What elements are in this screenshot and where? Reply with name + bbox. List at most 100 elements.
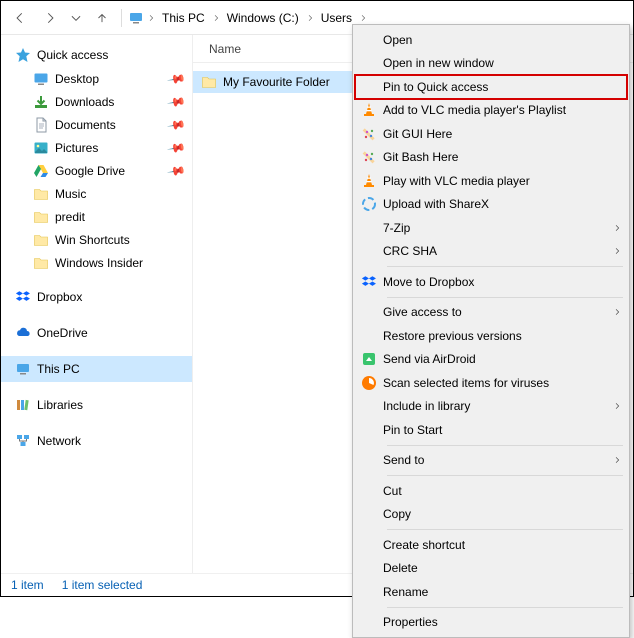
nav-item-label: Windows Insider <box>55 256 143 270</box>
menu-item-label: 7-Zip <box>383 221 410 235</box>
menu-item[interactable]: Include in library <box>355 395 627 419</box>
menu-item[interactable]: Git GUI Here <box>355 122 627 146</box>
menu-separator <box>387 475 623 476</box>
up-button[interactable] <box>89 5 115 31</box>
nav-root-onedrive[interactable]: OneDrive <box>1 320 192 346</box>
context-menu: Open Open in new window Pin to Quick acces… <box>352 24 630 638</box>
back-button[interactable] <box>7 5 33 31</box>
menu-item[interactable]: Pin to Start <box>355 418 627 442</box>
vlc-icon <box>355 102 383 118</box>
folder-icon <box>33 255 49 271</box>
column-header-label: Name <box>209 42 241 56</box>
menu-item[interactable]: CRC SHA <box>355 240 627 264</box>
menu-item[interactable]: Play with VLC media player <box>355 169 627 193</box>
nav-item[interactable]: Desktop📌 <box>1 67 192 90</box>
menu-item[interactable]: Move to Dropbox <box>355 270 627 294</box>
folder-icon <box>33 186 49 202</box>
menu-separator <box>387 607 623 608</box>
menu-item-label: Send to <box>383 453 424 467</box>
nav-root-dropbox[interactable]: Dropbox <box>1 284 192 310</box>
status-count: 1 item <box>11 578 44 592</box>
menu-item[interactable]: Scan selected items for viruses <box>355 371 627 395</box>
nav-item[interactable]: Music <box>1 182 192 205</box>
chevron-right-icon[interactable] <box>303 11 317 25</box>
chevron-right-icon <box>613 244 621 258</box>
chevron-right-icon[interactable] <box>209 11 223 25</box>
pin-icon: 📌 <box>166 91 186 111</box>
menu-item-label: Git GUI Here <box>383 127 452 141</box>
menu-separator <box>387 529 623 530</box>
menu-item-label: Properties <box>383 615 438 629</box>
quick-access-label: Quick access <box>37 48 108 62</box>
nav-root-this-pc[interactable]: This PC <box>1 356 192 382</box>
git-icon <box>355 149 383 165</box>
folder-icon <box>33 209 49 225</box>
menu-item[interactable]: Open <box>355 28 627 52</box>
nav-item[interactable]: Pictures 📌 <box>1 136 192 159</box>
menu-item-label: Pin to Quick access <box>383 80 488 94</box>
menu-item[interactable]: Send to <box>355 449 627 473</box>
dropbox-icon <box>15 289 31 305</box>
breadcrumb-seg[interactable]: Windows (C:) <box>223 11 303 25</box>
quick-access-root[interactable]: Quick access <box>1 43 192 67</box>
chevron-right-icon[interactable] <box>356 11 370 25</box>
thispc-icon <box>15 361 31 377</box>
menu-separator <box>387 445 623 446</box>
nav-item-label: Google Drive <box>55 164 125 178</box>
nav-item[interactable]: Win Shortcuts <box>1 228 192 251</box>
breadcrumb-seg[interactable]: Users <box>317 11 356 25</box>
breadcrumb[interactable]: This PC Windows (C:) Users <box>128 6 370 30</box>
dropbox-icon <box>355 274 383 290</box>
menu-item[interactable]: Git Bash Here <box>355 146 627 170</box>
menu-item-label: Pin to Start <box>383 423 442 437</box>
chevron-right-icon <box>613 399 621 413</box>
menu-item[interactable]: Give access to <box>355 301 627 325</box>
forward-button[interactable] <box>37 5 63 31</box>
nav-item[interactable]: Google Drive📌 <box>1 159 192 182</box>
menu-item[interactable]: Pin to Quick access <box>355 75 627 99</box>
network-icon <box>15 433 31 449</box>
menu-item[interactable]: Copy <box>355 503 627 527</box>
breadcrumb-seg[interactable]: This PC <box>158 11 209 25</box>
menu-item[interactable]: Create shortcut <box>355 533 627 557</box>
pin-icon: 📌 <box>166 137 186 157</box>
menu-item[interactable]: Properties <box>355 611 627 635</box>
menu-item[interactable]: Cut <box>355 479 627 503</box>
menu-item[interactable]: 7-Zip <box>355 216 627 240</box>
menu-item-label: Add to VLC media player's Playlist <box>383 103 566 117</box>
nav-item[interactable]: predit <box>1 205 192 228</box>
onedrive-icon <box>15 325 31 341</box>
nav-item-label: Win Shortcuts <box>55 233 130 247</box>
menu-item-label: Delete <box>383 561 418 575</box>
menu-item[interactable]: Delete <box>355 557 627 581</box>
menu-item[interactable]: Restore previous versions <box>355 324 627 348</box>
nav-root-network[interactable]: Network <box>1 428 192 454</box>
menu-item-label: Give access to <box>383 305 462 319</box>
list-item-label: My Favourite Folder <box>223 75 330 89</box>
nav-root-label: Dropbox <box>37 290 82 304</box>
nav-item-label: Music <box>55 187 86 201</box>
menu-item-label: Open <box>383 33 412 47</box>
menu-item[interactable]: Open in new window <box>355 52 627 76</box>
chevron-right-icon[interactable] <box>144 11 158 25</box>
nav-root-libraries[interactable]: Libraries <box>1 392 192 418</box>
nav-root-label: This PC <box>37 362 80 376</box>
pictures-icon <box>33 140 49 156</box>
menu-item[interactable]: Send via AirDroid <box>355 348 627 372</box>
nav-item[interactable]: Documents📌 <box>1 113 192 136</box>
nav-item-label: Desktop <box>55 72 99 86</box>
menu-item[interactable]: Add to VLC media player's Playlist <box>355 99 627 123</box>
folder-icon <box>201 74 217 90</box>
nav-item[interactable]: Windows Insider <box>1 251 192 274</box>
sharex-icon <box>355 196 383 212</box>
menu-item-label: Cut <box>383 484 402 498</box>
nav-item-label: Pictures <box>55 141 98 155</box>
nav-item[interactable]: Downloads📌 <box>1 90 192 113</box>
navigation-pane: Quick access Desktop📌Downloads📌Documents… <box>1 35 193 573</box>
menu-item[interactable]: Upload with ShareX <box>355 193 627 217</box>
menu-item[interactable]: Rename <box>355 580 627 604</box>
gdrive-icon <box>33 163 49 179</box>
menu-separator <box>387 297 623 298</box>
history-dropdown[interactable] <box>67 5 85 31</box>
menu-item-label: Send via AirDroid <box>383 352 476 366</box>
